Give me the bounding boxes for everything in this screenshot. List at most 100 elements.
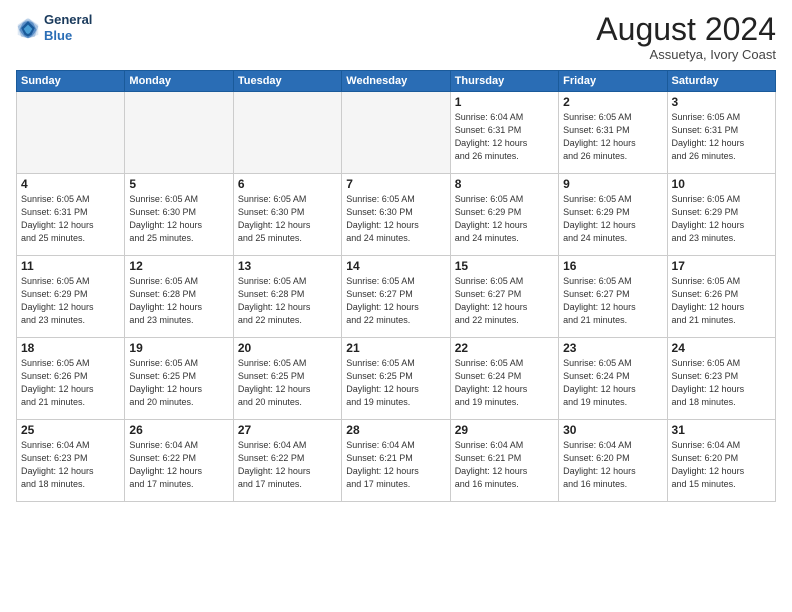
calendar-cell: 12Sunrise: 6:05 AMSunset: 6:28 PMDayligh… — [125, 256, 233, 338]
day-info: Sunrise: 6:05 AMSunset: 6:30 PMDaylight:… — [346, 193, 445, 245]
day-info: Sunrise: 6:05 AMSunset: 6:29 PMDaylight:… — [563, 193, 662, 245]
day-number: 10 — [672, 177, 771, 191]
logo-icon — [16, 16, 40, 40]
day-number: 16 — [563, 259, 662, 273]
day-info: Sunrise: 6:05 AMSunset: 6:23 PMDaylight:… — [672, 357, 771, 409]
header: General Blue August 2024 Assuetya, Ivory… — [16, 12, 776, 62]
calendar-cell: 16 Sunrise: 6:05 AMSunset: 6:27 PMDayligh… — [559, 256, 667, 338]
day-number: 27 — [238, 423, 337, 437]
calendar-cell: 24 Sunrise: 6:05 AMSunset: 6:23 PMDayligh… — [667, 338, 775, 420]
calendar-cell: 4Sunrise: 6:05 AMSunset: 6:31 PMDaylight… — [17, 174, 125, 256]
day-header-friday: Friday — [559, 71, 667, 92]
calendar-week-1: 1 Sunrise: 6:04 AMSunset: 6:31 PMDaylight… — [17, 92, 776, 174]
day-number: 28 — [346, 423, 445, 437]
calendar-cell: 30 Sunrise: 6:04 AMSunset: 6:20 PMDayligh… — [559, 420, 667, 502]
day-info: Sunrise: 6:05 AMSunset: 6:29 PMDaylight:… — [21, 275, 120, 327]
day-header-wednesday: Wednesday — [342, 71, 450, 92]
calendar-cell — [17, 92, 125, 174]
day-number: 30 — [563, 423, 662, 437]
calendar-cell: 27 Sunrise: 6:04 AMSunset: 6:22 PMDayligh… — [233, 420, 341, 502]
day-header-tuesday: Tuesday — [233, 71, 341, 92]
calendar-week-2: 4Sunrise: 6:05 AMSunset: 6:31 PMDaylight… — [17, 174, 776, 256]
day-info: Sunrise: 6:04 AMSunset: 6:22 PMDaylight:… — [238, 439, 337, 491]
day-info: Sunrise: 6:04 AMSunset: 6:21 PMDaylight:… — [455, 439, 554, 491]
calendar-cell: 5 Sunrise: 6:05 AMSunset: 6:30 PMDaylight… — [125, 174, 233, 256]
day-info: Sunrise: 6:04 AMSunset: 6:23 PMDaylight:… — [21, 439, 120, 491]
day-number: 5 — [129, 177, 228, 191]
calendar-week-3: 11 Sunrise: 6:05 AMSunset: 6:29 PMDayligh… — [17, 256, 776, 338]
day-number: 25 — [21, 423, 120, 437]
calendar-cell: 7Sunrise: 6:05 AMSunset: 6:30 PMDaylight… — [342, 174, 450, 256]
day-info: Sunrise: 6:05 AMSunset: 6:31 PMDaylight:… — [672, 111, 771, 163]
day-number: 26 — [129, 423, 228, 437]
day-info: Sunrise: 6:05 AMSunset: 6:26 PMDaylight:… — [21, 357, 120, 409]
calendar-cell: 19 Sunrise: 6:05 AMSunset: 6:25 PMDayligh… — [125, 338, 233, 420]
calendar-cell: 18 Sunrise: 6:05 AMSunset: 6:26 PMDayligh… — [17, 338, 125, 420]
day-number: 2 — [563, 95, 662, 109]
calendar-table: SundayMondayTuesdayWednesdayThursdayFrid… — [16, 70, 776, 502]
day-info: Sunrise: 6:05 AMSunset: 6:25 PMDaylight:… — [346, 357, 445, 409]
calendar-cell: 9 Sunrise: 6:05 AMSunset: 6:29 PMDaylight… — [559, 174, 667, 256]
day-number: 8 — [455, 177, 554, 191]
calendar-cell — [125, 92, 233, 174]
day-info: Sunrise: 6:05 AMSunset: 6:26 PMDaylight:… — [672, 275, 771, 327]
day-info: Sunrise: 6:04 AMSunset: 6:31 PMDaylight:… — [455, 111, 554, 163]
calendar-cell: 6Sunrise: 6:05 AMSunset: 6:30 PMDaylight… — [233, 174, 341, 256]
day-number: 1 — [455, 95, 554, 109]
calendar-cell: 14 Sunrise: 6:05 AMSunset: 6:27 PMDayligh… — [342, 256, 450, 338]
day-header-thursday: Thursday — [450, 71, 558, 92]
day-number: 6 — [238, 177, 337, 191]
day-header-sunday: Sunday — [17, 71, 125, 92]
day-number: 3 — [672, 95, 771, 109]
calendar-cell: 10 Sunrise: 6:05 AMSunset: 6:29 PMDayligh… — [667, 174, 775, 256]
day-info: Sunrise: 6:05 AMSunset: 6:25 PMDaylight:… — [129, 357, 228, 409]
day-info: Sunrise: 6:05 AMSunset: 6:27 PMDaylight:… — [346, 275, 445, 327]
calendar-cell: 15Sunrise: 6:05 AMSunset: 6:27 PMDayligh… — [450, 256, 558, 338]
calendar-cell: 21 Sunrise: 6:05 AMSunset: 6:25 PMDayligh… — [342, 338, 450, 420]
day-info: Sunrise: 6:05 AMSunset: 6:28 PMDaylight:… — [238, 275, 337, 327]
day-number: 12 — [129, 259, 228, 273]
day-info: Sunrise: 6:05 AMSunset: 6:25 PMDaylight:… — [238, 357, 337, 409]
day-number: 20 — [238, 341, 337, 355]
day-number: 14 — [346, 259, 445, 273]
day-info: Sunrise: 6:05 AMSunset: 6:24 PMDaylight:… — [455, 357, 554, 409]
calendar-cell: 11 Sunrise: 6:05 AMSunset: 6:29 PMDayligh… — [17, 256, 125, 338]
day-number: 21 — [346, 341, 445, 355]
day-info: Sunrise: 6:04 AMSunset: 6:20 PMDaylight:… — [563, 439, 662, 491]
calendar-cell: 29 Sunrise: 6:04 AMSunset: 6:21 PMDayligh… — [450, 420, 558, 502]
day-info: Sunrise: 6:04 AMSunset: 6:20 PMDaylight:… — [672, 439, 771, 491]
calendar-cell — [342, 92, 450, 174]
calendar-cell: 28Sunrise: 6:04 AMSunset: 6:21 PMDayligh… — [342, 420, 450, 502]
day-number: 9 — [563, 177, 662, 191]
title-area: August 2024 Assuetya, Ivory Coast — [596, 12, 776, 62]
day-number: 18 — [21, 341, 120, 355]
page: General Blue August 2024 Assuetya, Ivory… — [0, 0, 792, 612]
calendar-cell: 31Sunrise: 6:04 AMSunset: 6:20 PMDayligh… — [667, 420, 775, 502]
calendar-cell: 17 Sunrise: 6:05 AMSunset: 6:26 PMDayligh… — [667, 256, 775, 338]
day-header-monday: Monday — [125, 71, 233, 92]
day-info: Sunrise: 6:05 AMSunset: 6:24 PMDaylight:… — [563, 357, 662, 409]
day-number: 17 — [672, 259, 771, 273]
day-number: 11 — [21, 259, 120, 273]
calendar-cell: 1 Sunrise: 6:04 AMSunset: 6:31 PMDaylight… — [450, 92, 558, 174]
calendar-cell: 26Sunrise: 6:04 AMSunset: 6:22 PMDayligh… — [125, 420, 233, 502]
day-info: Sunrise: 6:05 AMSunset: 6:29 PMDaylight:… — [672, 193, 771, 245]
day-info: Sunrise: 6:05 AMSunset: 6:31 PMDaylight:… — [563, 111, 662, 163]
calendar-cell: 3 Sunrise: 6:05 AMSunset: 6:31 PMDaylight… — [667, 92, 775, 174]
day-info: Sunrise: 6:05 AMSunset: 6:27 PMDaylight:… — [563, 275, 662, 327]
month-title: August 2024 — [596, 12, 776, 47]
calendar-cell: 22Sunrise: 6:05 AMSunset: 6:24 PMDayligh… — [450, 338, 558, 420]
day-info: Sunrise: 6:05 AMSunset: 6:30 PMDaylight:… — [129, 193, 228, 245]
calendar-cell: 23 Sunrise: 6:05 AMSunset: 6:24 PMDayligh… — [559, 338, 667, 420]
location-subtitle: Assuetya, Ivory Coast — [596, 47, 776, 62]
calendar-header-row: SundayMondayTuesdayWednesdayThursdayFrid… — [17, 71, 776, 92]
day-number: 29 — [455, 423, 554, 437]
logo-general: General — [44, 12, 92, 27]
day-info: Sunrise: 6:05 AMSunset: 6:27 PMDaylight:… — [455, 275, 554, 327]
day-number: 24 — [672, 341, 771, 355]
day-number: 19 — [129, 341, 228, 355]
calendar-cell — [233, 92, 341, 174]
day-header-saturday: Saturday — [667, 71, 775, 92]
day-number: 23 — [563, 341, 662, 355]
day-number: 13 — [238, 259, 337, 273]
